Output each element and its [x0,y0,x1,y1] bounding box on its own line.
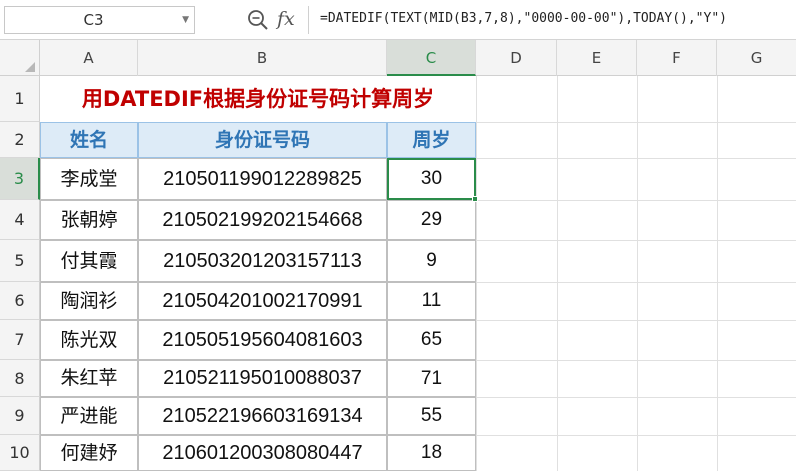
name-cell[interactable]: 李成堂 [40,158,138,200]
row-header-6[interactable]: 6 [0,282,40,320]
age-cell[interactable]: 9 [387,240,476,282]
gridline [557,76,558,471]
fill-handle[interactable] [472,196,478,202]
column-header-b[interactable]: B [138,40,387,76]
age-cell[interactable]: 11 [387,282,476,320]
column-header-e[interactable]: E [557,40,637,76]
header-cell-id[interactable]: 身份证号码 [138,122,387,158]
name-cell[interactable]: 张朝婷 [40,200,138,240]
sheet-grid: A B C D E F G 1 2 3 4 5 6 7 8 9 10 用DATE… [0,40,796,471]
id-cell[interactable]: 210505195604081603 [138,320,387,360]
row-header-10[interactable]: 10 [0,435,40,471]
id-cell[interactable]: 210502199202154668 [138,200,387,240]
row-header-3[interactable]: 3 [0,158,40,200]
column-header-f[interactable]: F [637,40,717,76]
select-all-corner[interactable] [0,40,40,76]
id-cell[interactable]: 210522196603169134 [138,397,387,435]
name-cell[interactable]: 陈光双 [40,320,138,360]
age-cell[interactable]: 71 [387,360,476,397]
column-header-c[interactable]: C [387,40,476,76]
id-cell[interactable]: 210501199012289825 [138,158,387,200]
chevron-down-icon[interactable]: ▼ [182,7,189,33]
row-header-4[interactable]: 4 [0,200,40,240]
gridline [717,76,718,471]
sheet-title-cell[interactable]: 用DATEDIF根据身份证号码计算周岁 [40,76,476,122]
age-cell[interactable]: 65 [387,320,476,360]
id-cell[interactable]: 210521195010088037 [138,360,387,397]
column-header-a[interactable]: A [40,40,138,76]
row-header-8[interactable]: 8 [0,360,40,397]
row-header-2[interactable]: 2 [0,122,40,158]
row-header-1[interactable]: 1 [0,76,40,122]
name-cell[interactable]: 朱红苹 [40,360,138,397]
formula-input[interactable]: =DATEDIF(TEXT(MID(B3,7,8),"0000-00-00"),… [308,6,796,34]
column-header-d[interactable]: D [476,40,557,76]
header-cell-age[interactable]: 周岁 [387,122,476,158]
zoom-icon[interactable] [247,9,269,31]
age-cell[interactable]: 55 [387,397,476,435]
name-cell[interactable]: 陶润衫 [40,282,138,320]
name-box[interactable]: C3 ▼ [4,6,195,34]
header-cell-name[interactable]: 姓名 [40,122,138,158]
name-box-value: C3 [83,11,104,29]
row-header-5[interactable]: 5 [0,240,40,282]
age-cell[interactable]: 29 [387,200,476,240]
gridline [476,76,477,471]
name-cell[interactable]: 付其霞 [40,240,138,282]
id-cell[interactable]: 210601200308080447 [138,435,387,471]
age-cell[interactable]: 18 [387,435,476,471]
formula-bar: C3 ▼ fx =DATEDIF(TEXT(MID(B3,7,8),"0000-… [0,0,796,40]
id-cell[interactable]: 210504201002170991 [138,282,387,320]
row-header-7[interactable]: 7 [0,320,40,360]
column-header-row: A B C D E F G [0,40,796,76]
name-cell[interactable]: 何建妤 [40,435,138,471]
function-icon[interactable]: fx [277,6,295,32]
age-cell-selected[interactable]: 30 [387,158,476,200]
name-cell[interactable]: 严进能 [40,397,138,435]
id-cell[interactable]: 210503201203157113 [138,240,387,282]
row-header-9[interactable]: 9 [0,397,40,435]
gridline [637,76,638,471]
column-header-g[interactable]: G [717,40,796,76]
